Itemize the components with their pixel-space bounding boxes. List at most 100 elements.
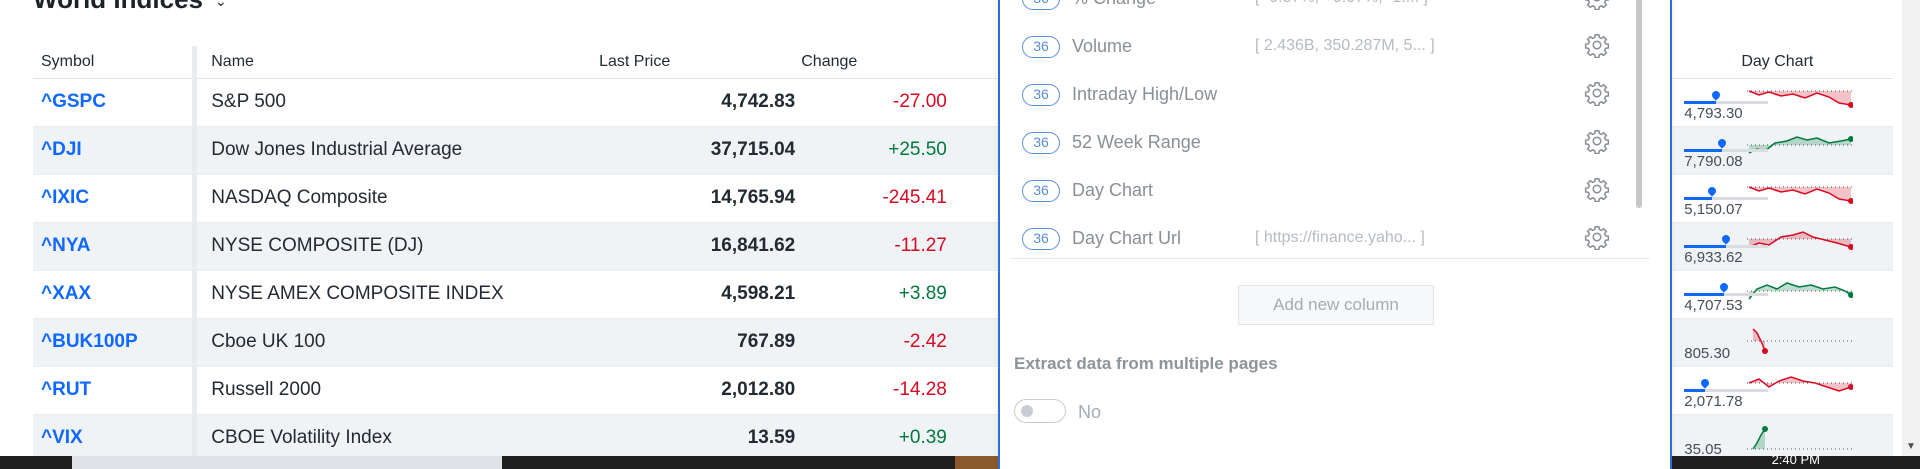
index-name: Russell 2000 bbox=[192, 366, 600, 415]
day-chart-cell bbox=[1741, 318, 1893, 367]
column-row[interactable]: 36 Day Chart bbox=[1010, 172, 1650, 212]
range-bar bbox=[1684, 376, 1769, 392]
page-scrollbar[interactable]: ▼ bbox=[1902, 0, 1920, 456]
column-name[interactable]: % Change bbox=[1072, 0, 1156, 9]
range-marker-icon bbox=[1716, 136, 1728, 149]
column-row[interactable]: 36 Intraday High/Low bbox=[1010, 76, 1650, 116]
index-name: Dow Jones Industrial Average bbox=[192, 126, 600, 175]
gear-icon[interactable] bbox=[1584, 80, 1610, 107]
column-name[interactable]: Day Chart Url bbox=[1072, 228, 1181, 249]
column-count-badge: 36 bbox=[1022, 180, 1060, 202]
gear-icon[interactable] bbox=[1584, 32, 1610, 59]
change-value: -245.41 bbox=[801, 174, 953, 223]
header-change[interactable]: Change bbox=[801, 46, 953, 79]
sparkline-end-dot bbox=[1762, 426, 1769, 432]
toggle-state-label: No bbox=[1078, 402, 1102, 422]
column-count-badge: 36 bbox=[1022, 132, 1060, 154]
range-value: 805.30 bbox=[1684, 344, 1731, 362]
column-list: 36 % Change [ -0.57%, +0.07%, -1.... ] 3… bbox=[1010, 0, 1650, 259]
range-value: 5,150.07 bbox=[1684, 200, 1743, 218]
taskbar-app-icon[interactable] bbox=[955, 456, 1000, 469]
column-row[interactable]: 36 Volume [ 2.436B, 350.287M, 5... ] bbox=[1010, 28, 1650, 68]
sparkline-end-dot bbox=[1762, 348, 1769, 354]
range-marker-icon bbox=[1720, 232, 1732, 245]
toggle-knob bbox=[1021, 405, 1033, 417]
chevron-down-icon[interactable]: ⌄ bbox=[215, 0, 227, 9]
column-row[interactable]: 36 52 Week Range bbox=[1010, 124, 1650, 164]
add-new-column-button[interactable]: Add new column bbox=[1238, 285, 1434, 325]
last-price: 4,598.21 bbox=[599, 270, 802, 319]
range-bar bbox=[1684, 88, 1769, 104]
column-count-badge: 36 bbox=[1022, 0, 1060, 10]
column-count-badge: 36 bbox=[1022, 84, 1060, 106]
index-name: S&P 500 bbox=[192, 78, 600, 127]
last-price: 13.59 bbox=[599, 414, 802, 463]
column-sample-values: [ -0.57%, +0.07%, -1.... ] bbox=[1255, 0, 1428, 7]
header-symbol[interactable]: Symbol bbox=[33, 46, 195, 79]
range-marker-icon bbox=[1699, 376, 1711, 389]
column-settings-panel: 36 % Change [ -0.57%, +0.07%, -1.... ] 3… bbox=[998, 0, 1672, 469]
change-value: -27.00 bbox=[801, 78, 953, 127]
day-chart-sparkline[interactable] bbox=[1747, 323, 1854, 361]
range-bar-fill bbox=[1684, 388, 1706, 392]
symbol-link[interactable]: ^RUT bbox=[41, 379, 91, 400]
column-sample-values: [ https://finance.yaho... ] bbox=[1255, 229, 1425, 246]
range-bar bbox=[1684, 136, 1769, 152]
range-bar-fill bbox=[1684, 148, 1723, 152]
range-marker-icon bbox=[1710, 88, 1722, 101]
header-last-price[interactable]: Last Price bbox=[599, 46, 802, 79]
column-name[interactable]: 52 Week Range bbox=[1072, 132, 1201, 153]
symbol-link[interactable]: ^GSPC bbox=[41, 91, 106, 112]
extract-multiple-pages-toggle[interactable] bbox=[1014, 399, 1066, 423]
gear-icon[interactable] bbox=[1584, 0, 1610, 11]
change-value: -14.28 bbox=[801, 366, 953, 415]
index-name: Cboe UK 100 bbox=[192, 318, 600, 367]
scroll-down-arrow-icon[interactable]: ▼ bbox=[1906, 441, 1916, 452]
range-bar-fill bbox=[1684, 244, 1727, 248]
range-value: 35.05 bbox=[1684, 440, 1722, 458]
last-price: 14,765.94 bbox=[599, 174, 802, 223]
header-day-chart[interactable]: Day Chart bbox=[1741, 46, 1893, 79]
index-name: NYSE COMPOSITE (DJ) bbox=[192, 222, 600, 271]
page-title-text: World Indices bbox=[33, 0, 203, 14]
column-name[interactable]: Day Chart bbox=[1072, 180, 1153, 201]
column-row[interactable]: 36 % Change [ -0.57%, +0.07%, -1.... ] bbox=[1010, 0, 1650, 20]
symbol-link[interactable]: ^IXIC bbox=[41, 187, 89, 208]
column-name[interactable]: Volume bbox=[1072, 36, 1132, 57]
symbol-link[interactable]: ^NYA bbox=[41, 235, 90, 256]
column-row[interactable]: 36 Day Chart Url [ https://finance.yaho.… bbox=[1010, 220, 1650, 258]
gear-icon[interactable] bbox=[1584, 176, 1610, 203]
range-value: 4,793.30 bbox=[1684, 104, 1743, 122]
index-name: CBOE Volatility Index bbox=[192, 414, 600, 463]
taskbar-search-area[interactable] bbox=[72, 456, 502, 469]
taskbar-clock: 2:40 PM bbox=[1771, 452, 1820, 467]
change-value: -2.42 bbox=[801, 318, 953, 367]
change-value: +0.39 bbox=[801, 414, 953, 463]
symbol-link[interactable]: ^BUK100P bbox=[41, 331, 138, 352]
range-marker-icon bbox=[1706, 184, 1718, 197]
range-bar bbox=[1684, 184, 1769, 200]
last-price: 37,715.04 bbox=[599, 126, 802, 175]
column-sample-values: [ 2.436B, 350.287M, 5... ] bbox=[1255, 37, 1435, 54]
range-bar-fill bbox=[1684, 196, 1713, 200]
page-title[interactable]: World Indices ⌄ bbox=[33, 0, 227, 15]
symbol-link[interactable]: ^XAX bbox=[41, 283, 91, 304]
symbol-link[interactable]: ^DJI bbox=[41, 139, 82, 160]
index-name: NYSE AMEX COMPOSITE INDEX bbox=[192, 270, 600, 319]
header-name[interactable]: Name bbox=[192, 46, 600, 79]
range-bar bbox=[1684, 280, 1769, 296]
screen: World Indices ⌄ Symbol Name Last Price Ch… bbox=[0, 0, 1920, 469]
extract-multiple-pages-label: Extract data from multiple pages bbox=[1014, 354, 1278, 373]
range-value: 7,790.08 bbox=[1684, 152, 1743, 170]
column-count-badge: 36 bbox=[1022, 36, 1060, 58]
gear-icon[interactable] bbox=[1584, 224, 1610, 251]
last-price: 4,742.83 bbox=[599, 78, 802, 127]
range-bar-fill bbox=[1684, 100, 1717, 104]
column-name[interactable]: Intraday High/Low bbox=[1072, 84, 1217, 105]
symbol-link[interactable]: ^VIX bbox=[41, 427, 83, 448]
change-value: +3.89 bbox=[801, 270, 953, 319]
range-bar-fill bbox=[1684, 292, 1725, 296]
last-price: 16,841.62 bbox=[599, 222, 802, 271]
range-marker-icon bbox=[1718, 280, 1730, 293]
gear-icon[interactable] bbox=[1584, 128, 1610, 155]
